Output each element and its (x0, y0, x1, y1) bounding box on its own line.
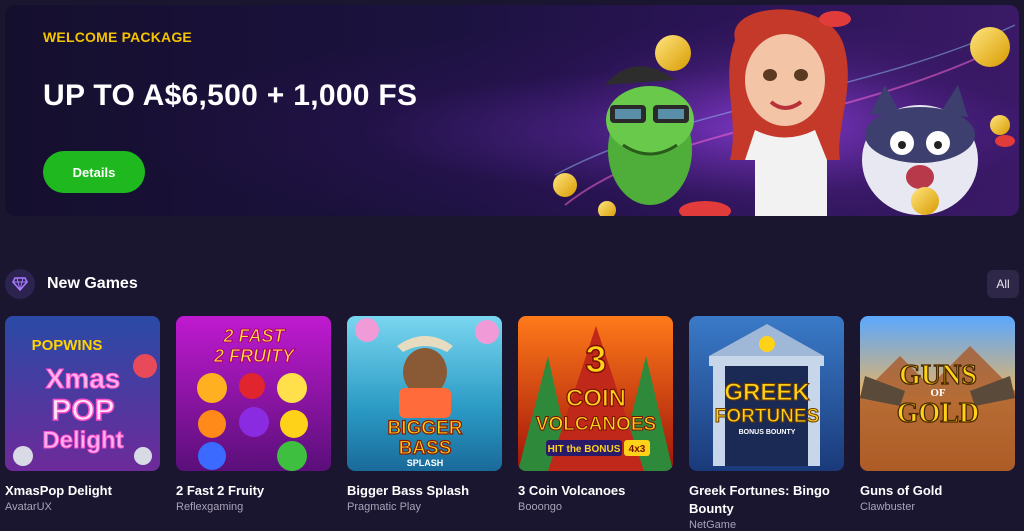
art-text: HIT the BONUS (548, 444, 621, 455)
game-provider: AvatarUX (5, 501, 52, 513)
art-text: Xmas (46, 363, 121, 394)
game-thumbnail[interactable]: BIGGER BASS SPLASH (347, 316, 502, 471)
game-card[interactable]: POPWINS Xmas POP Delight XmasPop Delight… (5, 316, 160, 514)
art-text: POPWINS (32, 337, 103, 354)
banner-title: UP TO A$6,500 + 1,000 FS (43, 79, 418, 112)
art-text: FORTUNES (715, 406, 820, 427)
art-text: POP (51, 394, 114, 427)
banner-label: WELCOME PACKAGE (43, 29, 192, 45)
art-text: BIGGER (388, 418, 463, 439)
game-title[interactable]: 3 Coin Volcanoes (518, 482, 673, 500)
game-provider: Booongo (518, 501, 563, 513)
art-text: GOLD (897, 398, 979, 429)
details-button[interactable]: Details (43, 151, 145, 193)
art-text: Delight (42, 427, 123, 454)
game-title[interactable]: Guns of Gold (860, 482, 1015, 500)
art-text: GREEK (724, 379, 810, 406)
game-title[interactable]: Bigger Bass Splash (347, 482, 502, 500)
art-text: 4x3 (629, 444, 646, 455)
art-text: 3 (585, 339, 606, 381)
game-thumbnail[interactable]: 3 COIN VOLCANOES HIT the BONUS 4x3 (518, 316, 673, 471)
art-text: 2 FRUITY (213, 346, 296, 366)
game-title[interactable]: 2 Fast 2 Fruity (176, 482, 331, 500)
diamond-icon (5, 269, 35, 299)
art-text: 2 FAST (222, 326, 286, 346)
game-title[interactable]: XmasPop Delight (5, 482, 160, 500)
games-row: POPWINS Xmas POP Delight XmasPop Delight… (5, 316, 1019, 531)
art-text: COIN (566, 385, 626, 412)
game-thumbnail[interactable]: POPWINS Xmas POP Delight (5, 316, 160, 471)
all-games-button[interactable]: All (987, 270, 1019, 298)
art-text: BASS (399, 438, 452, 459)
game-provider: Reflexgaming (176, 501, 244, 513)
section-title: New Games (47, 275, 138, 292)
game-card[interactable]: GUNS OF GOLD Guns of Gold Clawbuster (860, 316, 1015, 514)
game-thumbnail[interactable]: 2 FAST 2 FRUITY (176, 316, 331, 471)
game-thumbnail[interactable]: GUNS OF GOLD (860, 316, 1015, 471)
game-provider: Pragmatic Play (347, 501, 421, 513)
game-title[interactable]: Greek Fortunes: Bingo Bounty (689, 482, 844, 518)
game-thumbnail[interactable]: GREEK FORTUNES BONUS BOUNTY (689, 316, 844, 471)
game-card[interactable]: GREEK FORTUNES BONUS BOUNTY Greek Fortun… (689, 316, 844, 531)
game-provider: Clawbuster (860, 501, 916, 513)
art-text: VOLCANOES (536, 414, 656, 435)
banner-characters-illustration (545, 5, 1019, 216)
game-card[interactable]: BIGGER BASS SPLASH Bigger Bass Splash Pr… (347, 316, 502, 514)
game-provider: NetGame (689, 519, 737, 531)
art-text: SPLASH (407, 458, 444, 468)
art-text: BONUS BOUNTY (739, 429, 796, 436)
game-card[interactable]: 2 FAST 2 FRUITY 2 Fast 2 Fruity Reflexga… (176, 316, 331, 514)
promo-banner: WELCOME PACKAGE UP TO A$6,500 + 1,000 FS… (5, 5, 1019, 216)
new-games-header: New Games All (5, 268, 1019, 302)
game-card[interactable]: 3 COIN VOLCANOES HIT the BONUS 4x3 3 Coi… (518, 316, 673, 514)
